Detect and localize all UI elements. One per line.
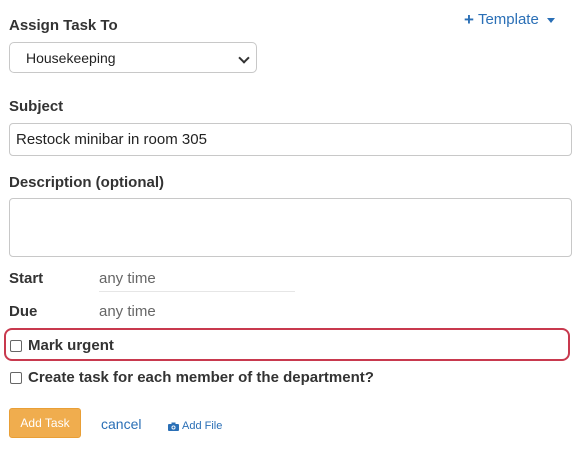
mark-urgent-label: Mark urgent [28, 337, 114, 354]
start-label: Start [9, 270, 44, 287]
each-member-label: Create task for each member of the depar… [28, 369, 374, 386]
subject-input-value: Restock minibar in room 305 [16, 131, 207, 148]
subject-label: Subject [9, 98, 64, 115]
mark-urgent-row: Mark urgent [10, 337, 114, 354]
assign-department-value: Housekeeping [26, 49, 116, 66]
subject-input[interactable]: Restock minibar in room 305 [9, 123, 572, 156]
add-file-label: Add File [182, 420, 223, 432]
due-time-value: any time [99, 303, 156, 320]
due-label: Due [9, 303, 38, 320]
each-member-checkbox[interactable] [10, 371, 22, 384]
chevron-down-icon [238, 52, 250, 64]
start-time-field[interactable]: any time [99, 270, 295, 292]
camera-icon [168, 422, 179, 431]
mark-urgent-checkbox[interactable] [10, 339, 22, 352]
description-label: Description (optional) [9, 174, 164, 191]
template-link-label: Template [477, 11, 539, 28]
add-file-link[interactable]: Add File [168, 420, 222, 432]
assign-department-select[interactable]: Housekeeping [9, 42, 257, 73]
template-dropdown-link[interactable]: + Template [464, 11, 555, 28]
cancel-link[interactable]: cancel [101, 416, 141, 432]
each-member-row: Create task for each member of the depar… [10, 369, 374, 386]
add-task-button[interactable]: Add Task [9, 408, 81, 438]
plus-icon: + [464, 10, 474, 29]
description-textarea[interactable] [9, 198, 572, 257]
start-time-value: any time [99, 270, 156, 287]
due-time-field[interactable]: any time [99, 303, 295, 325]
assign-task-label: Assign Task To [9, 17, 118, 34]
caret-down-icon [546, 18, 555, 23]
